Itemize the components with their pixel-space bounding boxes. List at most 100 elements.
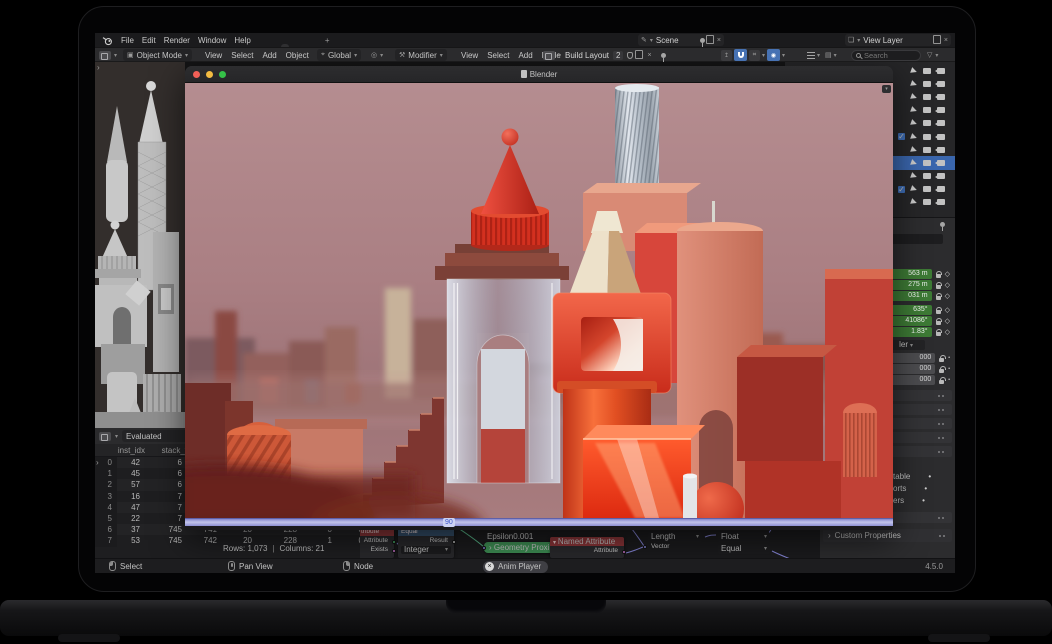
- pointer-icon[interactable]: [910, 119, 918, 127]
- animate-dot-icon[interactable]: •: [948, 366, 950, 372]
- animate-dot-icon[interactable]: •: [948, 355, 950, 361]
- keyframe-icon[interactable]: ◇: [945, 292, 950, 300]
- editor-type-selector[interactable]: ▾: [99, 49, 117, 61]
- pointer-icon[interactable]: [910, 146, 918, 154]
- node-named-attribute[interactable]: tribute Attribute Exists: [360, 527, 394, 558]
- node-menu-item[interactable]: Select: [483, 51, 513, 60]
- monitor-icon[interactable]: [923, 134, 931, 140]
- snap-toggle[interactable]: [734, 49, 747, 61]
- camera-icon[interactable]: [937, 173, 945, 179]
- app-menu-item[interactable]: Render: [160, 36, 194, 45]
- exists-socket[interactable]: [392, 549, 396, 553]
- snap-with-selector[interactable]: ⌗: [749, 50, 760, 61]
- monitor-icon[interactable]: [923, 120, 931, 126]
- close-icon[interactable]: ×: [485, 562, 494, 571]
- camera-icon[interactable]: [937, 68, 945, 74]
- keyframe-icon[interactable]: ◇: [945, 281, 950, 289]
- pointer-icon[interactable]: [910, 172, 918, 180]
- view-layer-selector[interactable]: ❏ ▾ View Layer ×: [845, 34, 951, 46]
- column-header[interactable]: stack_t: [145, 446, 187, 455]
- view-dropdown-icon[interactable]: ▾: [882, 85, 891, 93]
- pointer-icon[interactable]: [910, 159, 918, 167]
- monitor-icon[interactable]: [923, 199, 931, 205]
- close-icon[interactable]: ×: [717, 37, 721, 44]
- proportional-edit-toggle[interactable]: ◉: [767, 49, 780, 61]
- lock-icon[interactable]: [939, 380, 944, 384]
- node-menu-item[interactable]: View: [457, 51, 482, 60]
- monitor-icon[interactable]: [923, 147, 931, 153]
- column-header[interactable]: inst_idx: [95, 446, 145, 455]
- animate-dot-icon[interactable]: •: [922, 496, 925, 505]
- camera-icon[interactable]: [937, 186, 945, 192]
- camera-icon[interactable]: [937, 147, 945, 153]
- list-display-icon[interactable]: [807, 52, 815, 59]
- checkbox[interactable]: ✓: [898, 133, 905, 140]
- vector-socket[interactable]: [643, 545, 647, 549]
- viewport-3d-clay[interactable]: ›: [95, 62, 185, 428]
- animate-dot-icon[interactable]: •: [924, 484, 927, 493]
- monitor-icon[interactable]: [923, 160, 931, 166]
- pointer-icon[interactable]: [910, 93, 918, 101]
- operation-dropdown[interactable]: Equal▾: [718, 544, 770, 554]
- camera-icon[interactable]: [937, 81, 945, 87]
- pin-icon[interactable]: [661, 53, 666, 58]
- attribute-socket[interactable]: [392, 540, 396, 544]
- outliner-search[interactable]: [851, 50, 921, 61]
- lock-icon[interactable]: [936, 332, 941, 336]
- camera-icon[interactable]: [937, 94, 945, 100]
- monitor-icon[interactable]: [923, 173, 931, 179]
- camera-icon[interactable]: [937, 160, 945, 166]
- node-menu-item[interactable]: Add: [514, 51, 536, 60]
- pointer-icon[interactable]: [910, 106, 918, 114]
- lock-icon[interactable]: [936, 310, 941, 314]
- pointer-icon[interactable]: [910, 199, 918, 207]
- monitor-icon[interactable]: [923, 107, 931, 113]
- viewport-menu-item[interactable]: Add: [258, 51, 280, 60]
- monitor-icon[interactable]: [923, 81, 931, 87]
- playback-progress-bar[interactable]: 90: [185, 518, 893, 526]
- node-named-attribute[interactable]: ▾ Named Attribute Attribute: [550, 537, 624, 558]
- dataset-selector[interactable]: Evaluated▾: [122, 430, 192, 442]
- render-window[interactable]: Blender: [185, 66, 893, 530]
- app-menu-item[interactable]: Window: [194, 36, 230, 45]
- users-count[interactable]: 2: [613, 51, 623, 60]
- data-type-dropdown[interactable]: Float▾: [718, 532, 770, 542]
- node-header[interactable]: ▾ Named Attribute: [550, 537, 624, 546]
- result-socket[interactable]: [452, 540, 456, 544]
- viewport-menu-item[interactable]: View: [201, 51, 226, 60]
- lock-icon[interactable]: [939, 358, 944, 362]
- keyframe-icon[interactable]: ◇: [945, 317, 950, 325]
- fake-user-icon[interactable]: [627, 52, 633, 59]
- expand-arrow-icon[interactable]: ›: [97, 63, 100, 72]
- close-icon[interactable]: ×: [647, 52, 651, 59]
- lock-icon[interactable]: [936, 274, 941, 278]
- anim-player-badge[interactable]: × Anim Player: [483, 561, 548, 573]
- animate-dot-icon[interactable]: •: [928, 472, 931, 481]
- window-titlebar[interactable]: Blender: [185, 66, 893, 83]
- keyframe-icon[interactable]: ◇: [945, 306, 950, 314]
- auto-merge-icon[interactable]: ↥: [721, 50, 732, 61]
- monitor-icon[interactable]: [923, 94, 931, 100]
- scene-selector[interactable]: ✎ ▾ Scene ×: [638, 34, 724, 46]
- pointer-icon[interactable]: [910, 185, 918, 193]
- tree-name[interactable]: Build Layout: [565, 51, 609, 60]
- close-icon[interactable]: ×: [944, 37, 948, 44]
- app-menu-item[interactable]: Edit: [138, 36, 160, 45]
- expand-arrow-icon[interactable]: ›: [96, 458, 99, 467]
- input-socket[interactable]: [482, 546, 486, 550]
- image-icon[interactable]: ▤: [825, 51, 832, 59]
- copy-icon[interactable]: [708, 37, 714, 44]
- keyframe-icon[interactable]: ◇: [945, 328, 950, 336]
- app-menu-item[interactable]: Help: [230, 36, 254, 45]
- camera-icon[interactable]: [937, 120, 945, 126]
- monitor-icon[interactable]: [923, 68, 931, 74]
- mode-selector[interactable]: ▣ Object Mode ▾: [123, 49, 192, 61]
- camera-icon[interactable]: [937, 107, 945, 113]
- lock-icon[interactable]: [936, 321, 941, 325]
- lock-icon[interactable]: [936, 296, 941, 300]
- display-mode-selector[interactable]: ▾: [543, 49, 561, 61]
- viewport-menu-item[interactable]: Object: [282, 51, 313, 60]
- node-tree-type-selector[interactable]: ⚒ Modifier ▾: [395, 49, 447, 61]
- add-workspace-button[interactable]: +: [321, 36, 334, 45]
- copy-icon[interactable]: [935, 37, 941, 44]
